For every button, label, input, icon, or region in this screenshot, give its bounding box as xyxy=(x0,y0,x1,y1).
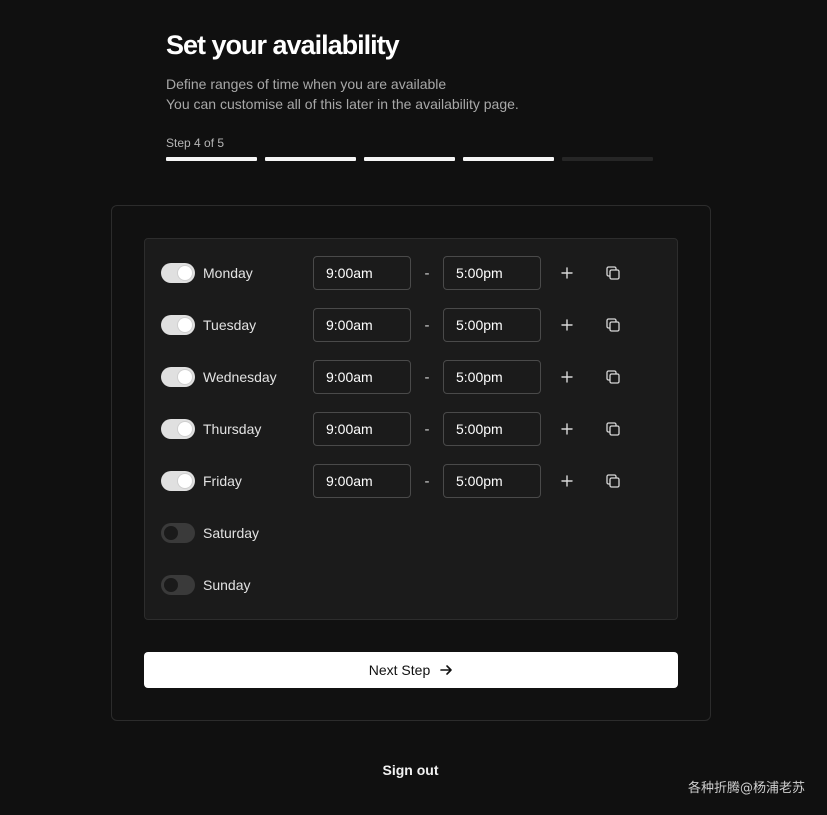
day-label: Wednesday xyxy=(203,369,277,385)
day-row-tuesday: Tuesday 9:00am -5:00pm xyxy=(161,307,621,343)
end-time-select[interactable]: 5:00pm xyxy=(443,360,541,394)
day-toggle[interactable] xyxy=(161,367,195,387)
page-subtitle: Define ranges of time when you are avail… xyxy=(166,74,656,114)
day-label: Sunday xyxy=(203,577,251,593)
toggle-knob xyxy=(178,474,192,488)
schedule-panel: Monday 9:00am -5:00pm Tuesday 9:00am -5:00pm W… xyxy=(144,238,678,620)
day-label: Saturday xyxy=(203,525,260,541)
copy-icon[interactable] xyxy=(605,369,621,385)
sign-out-link[interactable]: Sign out xyxy=(0,762,821,778)
day-row-thursday: Thursday 9:00am -5:00pm xyxy=(161,411,621,447)
copy-icon[interactable] xyxy=(605,317,621,333)
start-time-select[interactable]: 9:00am xyxy=(313,360,411,394)
day-row-sunday: Sunday xyxy=(161,567,313,603)
start-time-select[interactable]: 9:00am xyxy=(313,308,411,342)
toggle-knob xyxy=(178,266,192,280)
step-progress-segment xyxy=(562,157,653,161)
day-toggle[interactable] xyxy=(161,471,195,491)
plus-icon[interactable] xyxy=(561,267,573,279)
time-separator: - xyxy=(424,264,430,282)
end-time-select[interactable]: 5:00pm xyxy=(443,412,541,446)
time-separator: - xyxy=(424,316,430,334)
end-time-select[interactable]: 5:00pm xyxy=(443,464,541,498)
start-time-select[interactable]: 9:00am xyxy=(313,464,411,498)
plus-icon[interactable] xyxy=(561,371,573,383)
day-row-friday: Friday 9:00am -5:00pm xyxy=(161,463,621,499)
subtitle-line-1: Define ranges of time when you are avail… xyxy=(166,76,447,92)
toggle-knob xyxy=(164,526,178,540)
time-separator: - xyxy=(424,368,430,386)
page-title: Set your availability xyxy=(166,30,400,60)
plus-icon[interactable] xyxy=(561,319,573,331)
plus-icon[interactable] xyxy=(561,475,573,487)
day-label: Tuesday xyxy=(203,317,257,333)
next-step-button[interactable]: Next Step xyxy=(144,652,678,688)
start-time-select[interactable]: 9:00am xyxy=(313,256,411,290)
step-label: Step 4 of 5 xyxy=(166,136,225,150)
day-toggle[interactable] xyxy=(161,315,195,335)
day-label: Thursday xyxy=(203,421,262,437)
step-progress-segment xyxy=(265,157,356,161)
day-row-wednesday: Wednesday 9:00am -5:00pm xyxy=(161,359,621,395)
time-separator: - xyxy=(424,420,430,438)
toggle-knob xyxy=(178,422,192,436)
subtitle-line-2: You can customise all of this later in t… xyxy=(166,96,519,112)
day-toggle[interactable] xyxy=(161,419,195,439)
day-label: Monday xyxy=(203,265,253,281)
time-separator: - xyxy=(424,472,430,490)
watermark: 各种折腾@杨浦老苏 xyxy=(687,781,805,796)
day-toggle[interactable] xyxy=(161,575,195,595)
day-row-monday: Monday 9:00am -5:00pm xyxy=(161,255,621,291)
plus-icon[interactable] xyxy=(561,423,573,435)
arrow-right-icon xyxy=(439,663,453,677)
toggle-knob xyxy=(178,318,192,332)
next-step-label: Next Step xyxy=(368,662,431,678)
availability-card: Monday 9:00am -5:00pm Tuesday 9:00am -5:00pm W… xyxy=(111,205,711,721)
step-progress-segment xyxy=(166,157,257,161)
end-time-select[interactable]: 5:00pm xyxy=(443,256,541,290)
start-time-select[interactable]: 9:00am xyxy=(313,412,411,446)
end-time-select[interactable]: 5:00pm xyxy=(443,308,541,342)
step-progress-segment xyxy=(463,157,554,161)
step-progress xyxy=(166,157,656,161)
toggle-knob xyxy=(178,370,192,384)
toggle-knob xyxy=(164,578,178,592)
copy-icon[interactable] xyxy=(605,421,621,437)
header: Set your availability Define ranges of t… xyxy=(166,28,656,161)
day-row-saturday: Saturday xyxy=(161,515,313,551)
copy-icon[interactable] xyxy=(605,473,621,489)
day-label: Friday xyxy=(203,473,242,489)
copy-icon[interactable] xyxy=(605,265,621,281)
day-toggle[interactable] xyxy=(161,263,195,283)
day-toggle[interactable] xyxy=(161,523,195,543)
step-progress-segment xyxy=(364,157,455,161)
